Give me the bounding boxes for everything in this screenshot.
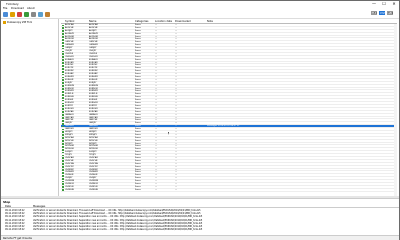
column-header-symbol[interactable]: Symbol [65,20,74,23]
mouse-cursor [168,132,170,135]
table-cell: — [155,188,158,191]
menu-download[interactable]: Download [11,7,24,10]
refresh-icon[interactable] [38,12,43,17]
settings-icon[interactable] [31,12,36,17]
symbol-status-icon [62,189,64,192]
log-column-messages[interactable]: Messages [33,205,45,208]
status-bar: Remote FT get it Guide [1,235,399,240]
tree-item-root[interactable]: Dukascopy ZIP Tick [3,21,32,24]
menu-file[interactable]: File [3,7,7,10]
table-row[interactable]: USDRUB USDRUB Forex — — [61,189,397,192]
log-date: 09.11.2019 18:22 [5,228,25,232]
log-row[interactable]: 09.11.2019 18:22 Verification or server s… [1,228,399,231]
table-cell: — [175,188,178,191]
log-column-date[interactable]: Date [5,205,11,208]
column-header-location-date[interactable]: Location date [155,20,172,23]
grid-rows: AUDCAD AUDCAD Forex — — AUDCHF AUDCHF Forex — — AU… [61,24,397,192]
toolbar-toggle-2[interactable]: XYZ [379,11,385,15]
stop-icon[interactable] [17,12,22,17]
grid-scrollbar[interactable] [394,24,397,196]
toolbar-toggle-1[interactable]: ABC [371,11,377,15]
menu-about[interactable]: About [27,7,35,10]
table-cell: USDRUB [65,188,74,191]
log-panel: Stop Date Messages 09.11.2019 18:22 Verif… [1,198,399,235]
table-cell: USDRUB [89,188,98,191]
log-header: Date Messages [1,204,399,208]
log-rows: 09.11.2019 18:22 Verification or server s… [1,209,399,231]
toolbar-toggle-3[interactable]: EUR [387,11,393,15]
log-message: Verification or server students Download… [33,228,203,232]
table-cell: Forex [135,188,141,191]
open-folder-icon[interactable] [10,12,15,17]
column-header-name[interactable]: Name [89,20,96,23]
new-icon[interactable] [3,12,8,17]
column-header-note[interactable]: Note [207,20,213,23]
toolbar-right-group: ABC XYZ EUR [371,11,393,15]
main-window: Tickdary — ☐ ✕ File Download About ABC X… [0,0,400,240]
folder-icon [3,21,6,24]
export-icon[interactable] [45,12,50,17]
symbol-grid: Symbol Name Categories Location date Dow… [61,19,397,196]
app-title: Tickdary [6,2,19,6]
source-tree: Dukascopy ZIP Tick [1,19,59,196]
toolbar [1,11,399,19]
column-header-downloaded[interactable]: Downloaded [175,20,191,23]
tree-item-label: Dukascopy ZIP Tick [7,21,33,24]
column-header-categories[interactable]: Categories [135,20,148,23]
download-icon[interactable] [24,12,29,17]
